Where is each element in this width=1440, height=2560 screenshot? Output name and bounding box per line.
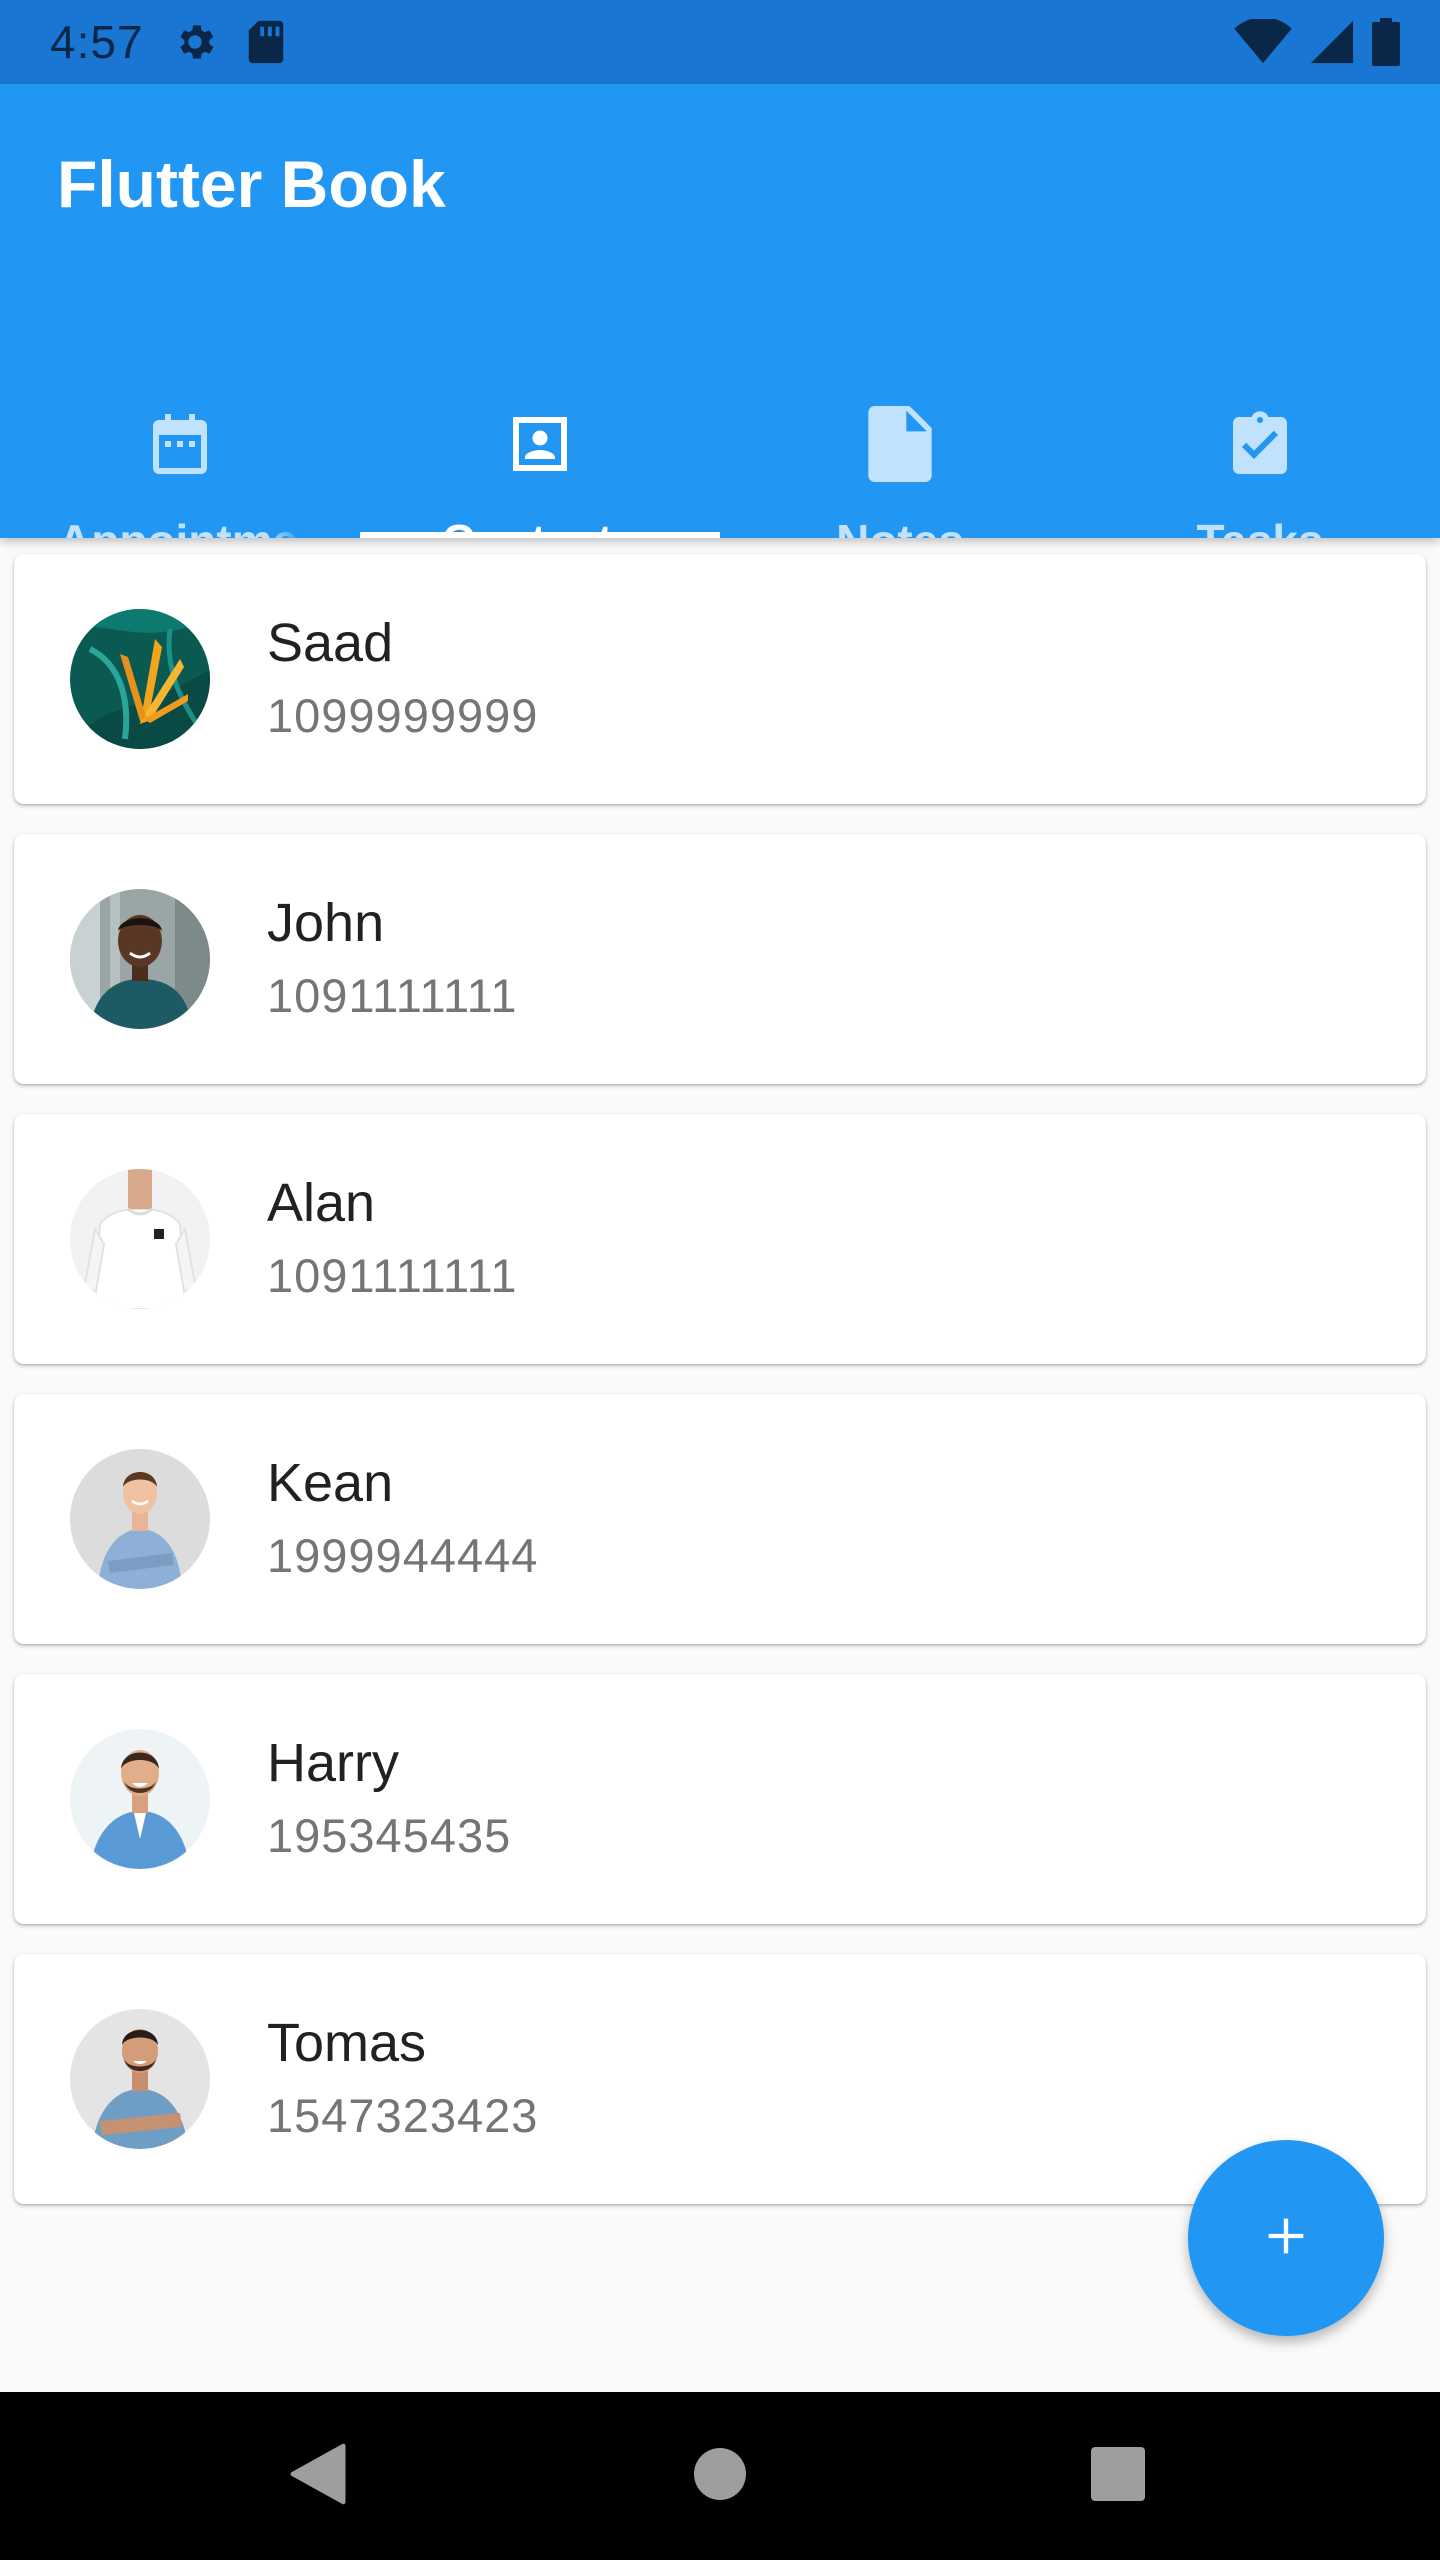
- tab-bar: Appointments Contacts Notes: [0, 312, 1440, 538]
- tab-notes-label: Notes: [720, 514, 1080, 538]
- avatar: [70, 1729, 210, 1869]
- tab-notes[interactable]: Notes: [720, 312, 1080, 538]
- contact-card-icon: [504, 406, 576, 487]
- back-icon: [288, 2443, 348, 2510]
- sd-card-icon: [246, 19, 286, 65]
- tab-tasks-label: Tasks: [1080, 514, 1440, 538]
- add-icon: [1260, 2210, 1312, 2267]
- contact-phone: 1547323423: [267, 2089, 539, 2142]
- tab-appointments[interactable]: Appointments: [0, 312, 360, 538]
- contact-phone: 195345435: [267, 1809, 512, 1862]
- contact-card-harry[interactable]: Harry 195345435: [14, 1674, 1426, 1924]
- contact-name: Kean: [267, 1453, 394, 1513]
- contact-phone: 1999944444: [267, 1529, 539, 1582]
- contact-card-tomas[interactable]: Tomas 1547323423: [14, 1954, 1426, 2204]
- home-button[interactable]: [680, 2436, 760, 2516]
- home-icon: [694, 2447, 746, 2505]
- avatar: [70, 1169, 210, 1309]
- tab-contacts[interactable]: Contacts: [360, 312, 720, 538]
- status-bar: 4:57: [0, 0, 1440, 84]
- note-icon: [868, 406, 932, 487]
- cellular-signal-icon: [1310, 19, 1354, 65]
- contact-name: John: [267, 893, 385, 953]
- avatar: [70, 609, 210, 749]
- contact-name: Harry: [267, 1733, 399, 1793]
- avatar: [70, 1449, 210, 1589]
- battery-icon: [1372, 18, 1400, 66]
- contact-phone: 1091111111: [267, 1249, 518, 1302]
- avatar: [70, 2009, 210, 2149]
- clipboard-check-icon: [1224, 406, 1296, 487]
- contact-name: Tomas: [267, 2013, 427, 2073]
- contact-name: Saad: [267, 613, 394, 673]
- calendar-icon: [144, 406, 216, 487]
- recents-icon: [1091, 2446, 1145, 2506]
- contact-name: Alan: [267, 1173, 376, 1233]
- app-bar: Flutter Book Appointments Contacts: [0, 84, 1440, 538]
- avatar: [70, 889, 210, 1029]
- recents-button[interactable]: [1078, 2436, 1158, 2516]
- add-contact-button[interactable]: [1188, 2140, 1384, 2336]
- contact-card-alan[interactable]: Alan 1091111111: [14, 1114, 1426, 1364]
- contact-card-kean[interactable]: Kean 1999944444: [14, 1394, 1426, 1644]
- contact-phone: 1099999999: [267, 689, 539, 742]
- contact-card-saad[interactable]: Saad 1099999999: [14, 554, 1426, 804]
- contact-card-john[interactable]: John 1091111111: [14, 834, 1426, 1084]
- tab-appointments-label: Appointments: [58, 514, 304, 538]
- system-nav-bar: [0, 2392, 1440, 2560]
- tab-indicator: [360, 532, 720, 538]
- back-button[interactable]: [278, 2436, 358, 2516]
- contact-phone: 1091111111: [267, 969, 518, 1022]
- wifi-icon: [1234, 19, 1292, 65]
- tab-tasks[interactable]: Tasks: [1080, 312, 1440, 538]
- status-time: 4:57: [50, 16, 144, 68]
- gear-icon: [172, 19, 218, 65]
- app-title: Flutter Book: [57, 147, 446, 221]
